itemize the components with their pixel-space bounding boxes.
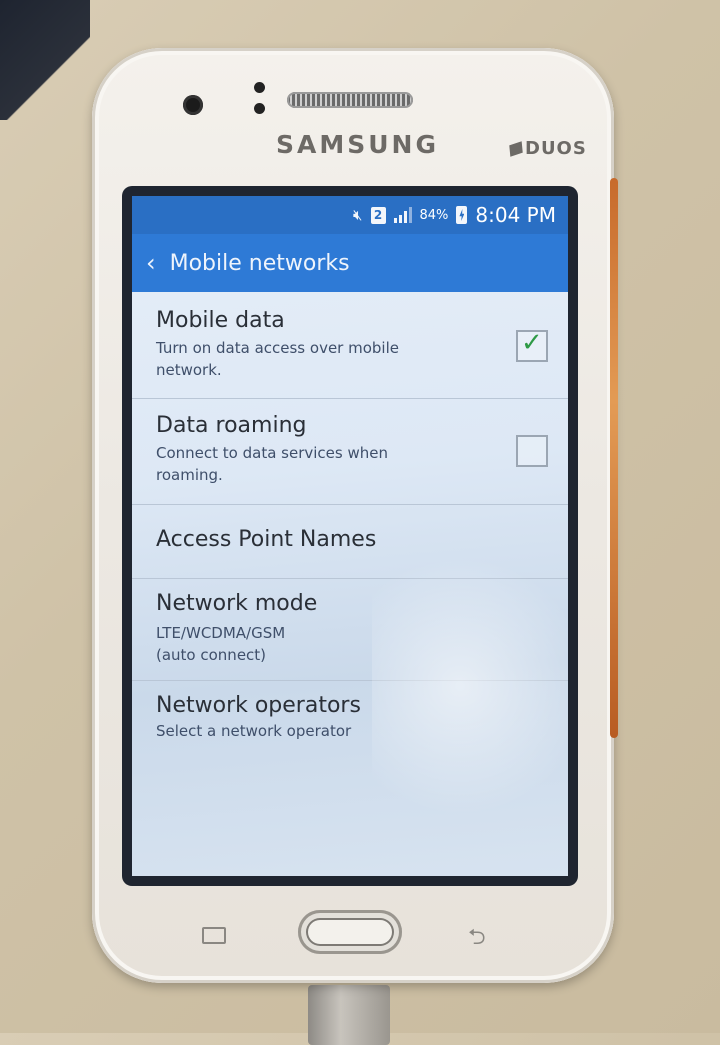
setting-title: Network operators: [156, 693, 361, 718]
duos-icon: [509, 141, 523, 157]
proximity-sensor: [254, 82, 265, 93]
setting-summary-line2: (auto connect): [156, 646, 267, 664]
checkmark-icon: ✓: [521, 328, 543, 358]
setting-title: Mobile data: [156, 308, 285, 333]
status-bar: 🔇︎ 2 84% 8:04 PM: [132, 196, 568, 234]
setting-network-operators[interactable]: Network operators Select a network opera…: [132, 681, 568, 755]
light-sensor: [254, 103, 265, 114]
action-bar[interactable]: ‹ Mobile networks: [132, 234, 568, 292]
settings-list: Mobile data Turn on data access over mob…: [132, 292, 568, 755]
sim-slot-badge: 2: [370, 206, 386, 224]
home-button[interactable]: [298, 910, 402, 954]
setting-title: Network mode: [156, 591, 318, 616]
front-camera: [183, 95, 203, 115]
duos-badge: DUOS: [509, 138, 587, 159]
setting-data-roaming[interactable]: Data roaming Connect to data services wh…: [132, 399, 568, 505]
usb-cable: [308, 985, 390, 1045]
battery-percentage: 84%: [419, 207, 449, 223]
setting-title: Access Point Names: [156, 527, 377, 552]
battery-charging-icon: [456, 206, 468, 224]
screen: 🔇︎ 2 84% 8:04 PM ‹ Mobile networks Mobil…: [132, 196, 568, 876]
earpiece-speaker: [287, 92, 413, 108]
mobile-data-checkbox[interactable]: ✓: [516, 328, 548, 362]
background-corner: [0, 0, 90, 120]
back-icon[interactable]: ⮌: [468, 920, 486, 958]
mute-icon: 🔇︎: [353, 206, 363, 224]
setting-access-point-names[interactable]: Access Point Names: [132, 505, 568, 579]
setting-summary-line1: LTE/WCDMA/GSM: [156, 624, 286, 642]
setting-title: Data roaming: [156, 413, 307, 438]
case-edge: [610, 178, 618, 738]
back-chevron-icon[interactable]: ‹: [146, 249, 156, 277]
setting-mobile-data[interactable]: Mobile data Turn on data access over mob…: [132, 292, 568, 399]
duos-label: DUOS: [525, 138, 587, 159]
setting-summary: Turn on data access over mobile network.: [156, 339, 399, 379]
page-title: Mobile networks: [169, 250, 350, 276]
signal-icon: [393, 207, 412, 223]
recent-apps-icon[interactable]: [202, 927, 226, 944]
phone-body: SAMSUNG DUOS 🔇︎ 2 84% 8:04 PM ‹ Mobile n…: [92, 48, 618, 983]
setting-summary: Connect to data services when roaming.: [156, 444, 388, 484]
brand-logo: SAMSUNG: [276, 130, 439, 159]
setting-network-mode[interactable]: Network mode LTE/WCDMA/GSM (auto connect…: [132, 579, 568, 681]
data-roaming-checkbox[interactable]: [516, 435, 548, 467]
setting-summary: Select a network operator: [156, 722, 352, 740]
status-clock: 8:04 PM: [475, 203, 556, 227]
